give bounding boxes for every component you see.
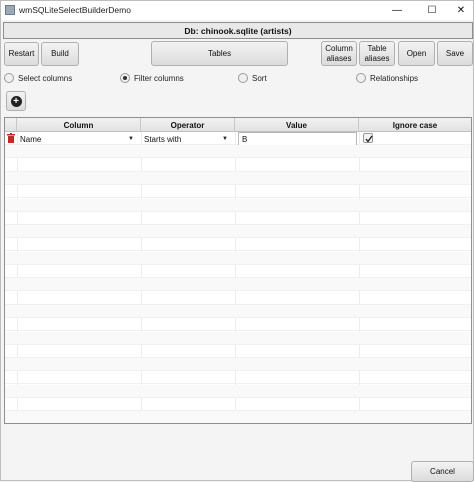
table-row-empty: [5, 251, 471, 265]
build-button[interactable]: Build: [41, 42, 79, 66]
column-select-value: Name: [20, 134, 42, 144]
radio-relationships[interactable]: Relationships: [356, 73, 418, 83]
table-row[interactable]: Name ▼ Starts with ▼ B: [5, 132, 471, 147]
table-aliases-button[interactable]: Table aliases: [359, 41, 395, 66]
table-row-empty: [5, 411, 471, 423]
table-row-empty: [5, 265, 471, 278]
restart-button[interactable]: Restart: [4, 42, 39, 66]
plus-icon: +: [10, 95, 22, 107]
minimize-button[interactable]: —: [382, 1, 412, 20]
table-row-empty: [5, 318, 471, 332]
table-row-empty: [5, 358, 471, 372]
table-row-empty: [5, 398, 471, 411]
ignore-case-checkbox[interactable]: [363, 133, 373, 143]
header-column[interactable]: Column: [17, 118, 141, 132]
add-filter-button[interactable]: +: [6, 91, 26, 111]
radio-label: Filter columns: [134, 73, 184, 83]
window-title: wmSQLiteSelectBuilderDemo: [19, 5, 131, 15]
cancel-button[interactable]: Cancel: [411, 461, 474, 482]
radio-filter-columns[interactable]: Filter columns: [120, 73, 184, 83]
title-bar: wmSQLiteSelectBuilderDemo — ☐ ✕: [1, 1, 473, 20]
close-button[interactable]: ✕: [446, 1, 474, 20]
trash-icon[interactable]: [7, 133, 15, 143]
table-row-empty: [5, 212, 471, 225]
radio-indicator: [356, 73, 366, 83]
column-select[interactable]: Name ▼: [20, 132, 138, 146]
table-row-empty: [5, 371, 471, 385]
radio-sort[interactable]: Sort: [238, 73, 267, 83]
filter-table: Column Operator Value Ignore case Name ▼…: [4, 117, 472, 424]
table-row-empty: [5, 292, 471, 305]
save-button[interactable]: Save: [437, 41, 473, 66]
table-row-empty: [5, 171, 471, 185]
column-aliases-button[interactable]: Column aliases: [321, 41, 357, 66]
table-row-empty: [5, 278, 471, 292]
open-button[interactable]: Open: [398, 41, 435, 66]
table-row-empty: [5, 225, 471, 239]
table-row-empty: [5, 384, 471, 398]
table-row-empty: [5, 331, 471, 345]
table-row-empty: [5, 304, 471, 318]
radio-select-columns[interactable]: Select columns: [4, 73, 72, 83]
check-icon: [365, 135, 373, 143]
radio-label: Sort: [252, 73, 267, 83]
table-row-empty: [5, 198, 471, 212]
operator-select[interactable]: Starts with ▼: [144, 132, 232, 146]
operator-select-value: Starts with: [144, 134, 182, 144]
table-body: Name ▼ Starts with ▼ B: [5, 132, 471, 423]
table-row-empty: [5, 238, 471, 252]
radio-indicator-selected: [120, 73, 130, 83]
table-row-empty: [5, 185, 471, 199]
app-window: wmSQLiteSelectBuilderDemo — ☐ ✕ Db: chin…: [0, 0, 474, 482]
radio-label: Relationships: [370, 73, 419, 83]
header-delete: [5, 118, 17, 132]
maximize-button[interactable]: ☐: [417, 1, 447, 20]
table-header: Column Operator Value Ignore case: [5, 118, 471, 132]
chevron-down-icon: ▼: [128, 136, 134, 142]
chevron-down-icon: ▼: [222, 136, 228, 142]
table-row-empty: [5, 345, 471, 358]
db-header: Db: chinook.sqlite (artists): [3, 22, 473, 39]
radio-indicator: [4, 73, 14, 83]
app-icon: [5, 5, 15, 15]
header-operator[interactable]: Operator: [141, 118, 235, 132]
radio-indicator: [238, 73, 248, 83]
radio-label: Select columns: [18, 73, 73, 83]
table-row-empty: [5, 159, 471, 172]
header-value[interactable]: Value: [235, 118, 359, 132]
header-ignore-case[interactable]: Ignore case: [359, 118, 471, 132]
tables-button[interactable]: Tables: [151, 41, 288, 66]
table-row-empty: [5, 145, 471, 159]
